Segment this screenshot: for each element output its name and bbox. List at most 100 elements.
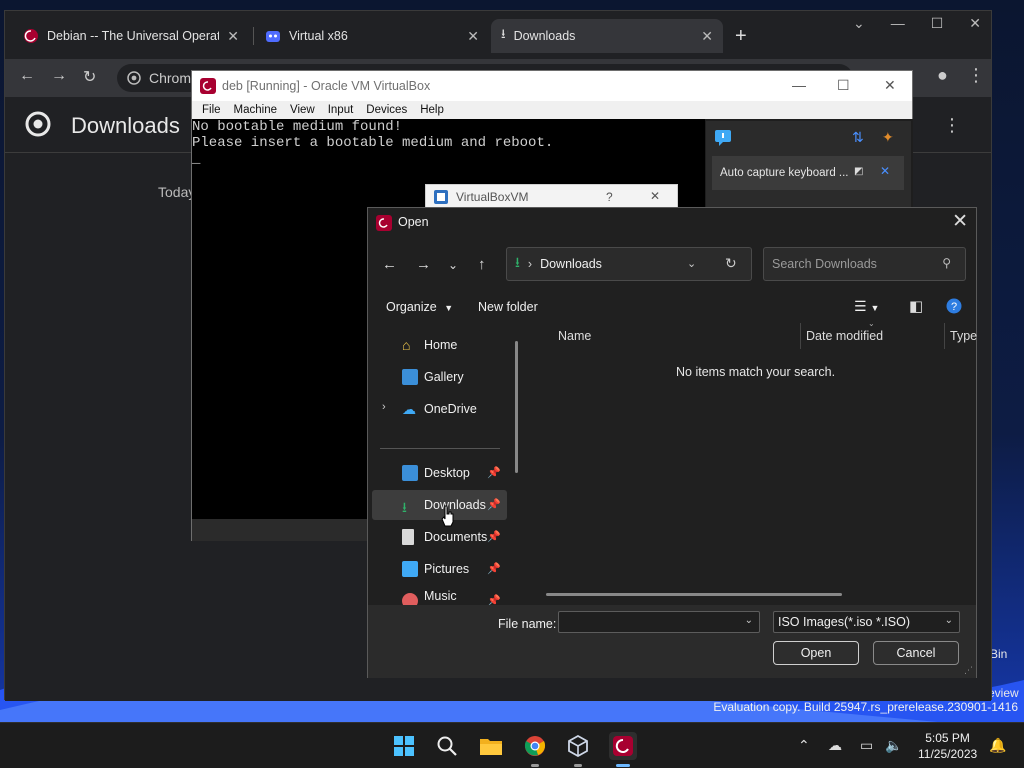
tab-title: Virtual x86: [289, 29, 348, 43]
nav-item-onedrive[interactable]: › ☁ OneDrive: [372, 394, 507, 424]
chevron-up-icon[interactable]: ⌃: [798, 737, 810, 754]
nav-item-gallery[interactable]: Gallery: [372, 362, 507, 392]
start-button[interactable]: [390, 732, 418, 760]
close-icon[interactable]: ✕: [880, 164, 890, 178]
back-button[interactable]: ←: [19, 67, 35, 85]
reload-button[interactable]: ↻: [83, 67, 96, 87]
chevron-down-icon: ⌄: [944, 615, 953, 626]
virtual-x86-icon: [266, 31, 280, 42]
chevron-right-icon[interactable]: ›: [382, 401, 386, 413]
tab-title: Debian -- The Universal Operati: [47, 29, 220, 43]
menu-help[interactable]: Help: [420, 104, 444, 116]
resize-grip-icon[interactable]: ⋰: [964, 665, 973, 676]
menu-input[interactable]: Input: [328, 104, 354, 116]
help-button[interactable]: ?: [606, 190, 613, 204]
windows-icon: [394, 736, 414, 756]
virtualbox-taskbar-button[interactable]: [564, 732, 592, 767]
close-button[interactable]: ✕: [952, 210, 968, 233]
maximize-button[interactable]: ☐: [931, 15, 944, 32]
tab-virtual-x86[interactable]: Virtual x86 ✕: [255, 19, 489, 53]
vbox-title: deb [Running] - Oracle VM VirtualBox: [222, 79, 431, 93]
cancel-button[interactable]: Cancel: [873, 641, 959, 665]
clear-notifications-icon[interactable]: ✦: [882, 129, 894, 146]
pin-icon: 📌: [487, 467, 501, 479]
home-icon: ⌂: [402, 337, 411, 353]
pin-icon[interactable]: ◩: [854, 166, 863, 177]
onedrive-icon: ☁: [402, 401, 416, 417]
message-icon[interactable]: [714, 129, 732, 147]
minimize-button[interactable]: —: [891, 15, 905, 32]
organize-menu[interactable]: Organize ▼: [386, 300, 453, 314]
column-header-name[interactable]: Name: [558, 329, 591, 343]
close-button[interactable]: ✕: [650, 189, 660, 203]
recent-locations-icon[interactable]: ⌄: [448, 258, 458, 272]
profile-icon[interactable]: ●: [937, 65, 948, 86]
notification-bell-icon[interactable]: 🔔: [989, 737, 1006, 754]
volume-icon[interactable]: 🔈: [885, 737, 902, 754]
nav-item-music[interactable]: Music 📌: [372, 586, 507, 605]
refresh-icon[interactable]: ↻: [725, 255, 737, 272]
debian-icon: [200, 78, 216, 94]
close-icon[interactable]: ✕: [701, 28, 713, 45]
view-options-icon[interactable]: ☰ ▼: [854, 298, 879, 315]
notification-text: Auto capture keyboard ...: [720, 167, 849, 179]
desktop-icon: [402, 465, 418, 481]
nav-item-pictures[interactable]: Pictures 📌: [372, 554, 507, 584]
close-button[interactable]: ✕: [969, 15, 981, 32]
file-name-input[interactable]: ⌄: [558, 611, 760, 633]
pin-icon: 📌: [487, 499, 501, 511]
nav-item-label: OneDrive: [424, 402, 477, 416]
nav-item-desktop[interactable]: Desktop 📌: [372, 458, 507, 488]
more-options-icon[interactable]: ⋮: [943, 115, 961, 136]
chrome-taskbar-button[interactable]: [521, 732, 549, 767]
network-icon[interactable]: ▭: [860, 737, 873, 754]
file-explorer-button[interactable]: [477, 732, 505, 760]
column-header-type[interactable]: Type: [950, 329, 977, 343]
new-tab-button[interactable]: +: [735, 25, 747, 48]
preview-pane-icon[interactable]: ◧: [909, 297, 923, 315]
pin-icon: 📌: [487, 563, 501, 575]
nav-item-home[interactable]: ⌂ Home: [372, 330, 507, 360]
close-button[interactable]: ✕: [884, 77, 896, 94]
horizontal-scrollbar[interactable]: [546, 593, 842, 596]
notification-item[interactable]: Auto capture keyboard ... ◩ ✕: [712, 156, 904, 190]
menu-icon[interactable]: ⋮: [967, 65, 985, 86]
tab-search-icon[interactable]: ⌄: [853, 15, 865, 32]
cloud-offline-icon[interactable]: ☁: [828, 737, 842, 754]
chrome-logo-icon: [25, 111, 51, 137]
menu-devices[interactable]: Devices: [366, 104, 407, 116]
menu-file[interactable]: File: [202, 104, 221, 116]
column-header-date-modified[interactable]: Date modified: [806, 329, 883, 343]
gallery-icon: [402, 369, 418, 385]
open-button[interactable]: Open: [773, 641, 859, 665]
vm-taskbar-button[interactable]: [609, 732, 637, 767]
file-type-select[interactable]: ISO Images(*.iso *.ISO) ⌄: [773, 611, 960, 633]
search-button[interactable]: [433, 732, 461, 760]
up-button[interactable]: ↑: [478, 256, 486, 273]
pin-icon: 📌: [487, 531, 501, 543]
help-icon[interactable]: ?: [946, 298, 962, 317]
forward-button[interactable]: →: [51, 67, 67, 85]
maximize-button[interactable]: ☐: [837, 77, 850, 94]
tab-debian[interactable]: Debian -- The Universal Operati ✕: [13, 19, 249, 53]
breadcrumb[interactable]: Downloads: [540, 257, 602, 271]
pin-icon: 📌: [487, 595, 501, 605]
menu-view[interactable]: View: [290, 104, 315, 116]
file-list: Name ⌄ Date modified Type No items match…: [528, 319, 978, 598]
nav-scrollbar[interactable]: [515, 341, 518, 473]
search-input[interactable]: Search Downloads ⚲: [763, 247, 966, 281]
address-bar[interactable]: ⭳ › Downloads ⌄ ↻: [506, 247, 752, 281]
documents-icon: [402, 529, 414, 545]
back-button[interactable]: ←: [382, 256, 397, 273]
clock[interactable]: 5:05 PM 11/25/2023: [918, 730, 977, 762]
forward-button[interactable]: →: [416, 256, 431, 273]
chevron-down-icon[interactable]: ⌄: [687, 257, 696, 270]
new-folder-button[interactable]: New folder: [478, 300, 538, 314]
menu-machine[interactable]: Machine: [234, 104, 277, 116]
close-icon[interactable]: ✕: [227, 28, 239, 45]
sort-icon[interactable]: ⇅: [852, 129, 864, 146]
close-icon[interactable]: ✕: [467, 28, 479, 45]
tab-downloads[interactable]: ⭳ Downloads ✕: [491, 19, 723, 53]
minimize-button[interactable]: —: [792, 77, 806, 93]
chevron-down-icon[interactable]: ⌄: [745, 615, 753, 626]
